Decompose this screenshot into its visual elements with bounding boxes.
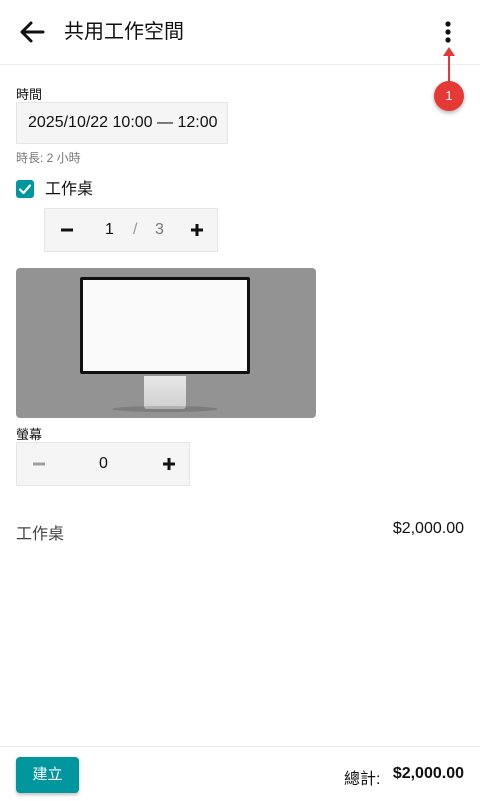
app-bar: 共用工作空間 [0,0,480,65]
monitor-decrement-button[interactable] [19,443,59,485]
time-label: 時間 [16,87,43,102]
time-range-field[interactable]: 2025/10/22 10:00 — 12:00 [16,102,228,144]
desk-increment-button[interactable] [177,209,217,251]
desk-label: 工作桌 [45,181,94,198]
minus-icon [61,228,73,232]
monitor-quantity-value: 0 [99,455,108,472]
back-button[interactable] [16,16,48,48]
arrow-left-icon [20,21,45,43]
desk-quantity-value: 1 [105,221,114,238]
total-label: 總計: [344,771,381,788]
monitor-stand [144,376,186,409]
desk-decrement-button[interactable] [47,209,87,251]
minus-icon [33,462,45,466]
summary-item-price: $2,000.00 [392,520,464,537]
monitor-label: 螢幕 [16,427,43,442]
monitor-image [16,268,316,418]
monitor-screen [80,277,250,374]
page-title: 共用工作空間 [64,21,184,43]
plus-icon [191,224,203,236]
duration-text: 時長: 2 小時 [16,151,81,165]
desk-checkbox[interactable] [16,180,34,198]
footer-bar: 建立 總計: $2,000.00 [0,746,480,801]
callout-arrow [443,47,455,82]
plus-icon [163,458,175,470]
desk-quantity-max: 3 [155,221,164,238]
more-options-button[interactable] [436,20,460,44]
callout-badge: 1 [434,81,464,111]
create-button[interactable]: 建立 [16,757,79,793]
monitor-increment-button[interactable] [149,443,189,485]
check-icon [18,184,32,195]
monitor-shadow [112,406,218,412]
more-vert-icon [445,21,451,43]
desk-quantity-stepper: 1 / 3 [44,208,218,252]
monitor-quantity-stepper: 0 [16,442,190,486]
total-value: $2,000.00 [392,765,464,782]
summary-item-name: 工作桌 [16,526,65,543]
quantity-separator: / [133,221,138,238]
